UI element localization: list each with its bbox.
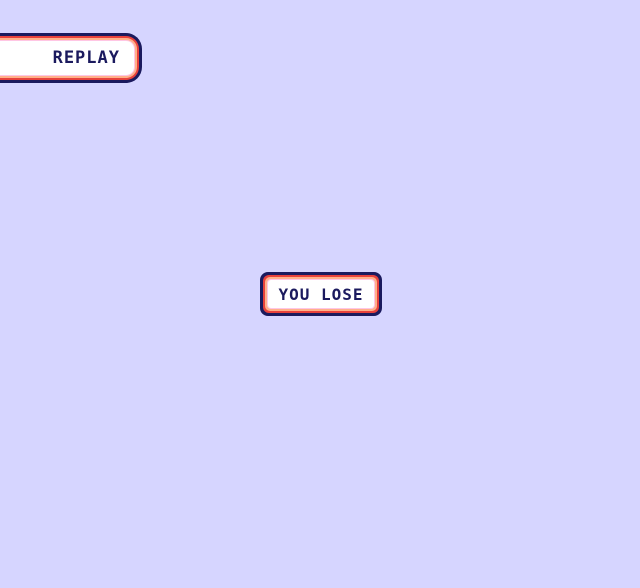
replay-button-peach-ring: REPLAY (0, 38, 137, 78)
replay-button-pink-ring: REPLAY (0, 40, 135, 76)
result-banner-face: YOU LOSE (268, 280, 374, 308)
replay-button-label: REPLAY (52, 48, 120, 68)
replay-button-face[interactable]: REPLAY (0, 41, 134, 75)
result-banner: YOU LOSE (260, 272, 382, 316)
result-banner-peach-ring: YOU LOSE (265, 277, 377, 311)
result-banner-red-ring: YOU LOSE (263, 275, 379, 313)
game-screen: REPLAY YOU LOSE (0, 0, 640, 588)
result-banner-pink-ring: YOU LOSE (267, 279, 375, 309)
result-text: YOU LOSE (278, 285, 364, 304)
replay-button-red-ring: REPLAY (0, 36, 139, 80)
replay-button[interactable]: REPLAY (0, 33, 142, 83)
